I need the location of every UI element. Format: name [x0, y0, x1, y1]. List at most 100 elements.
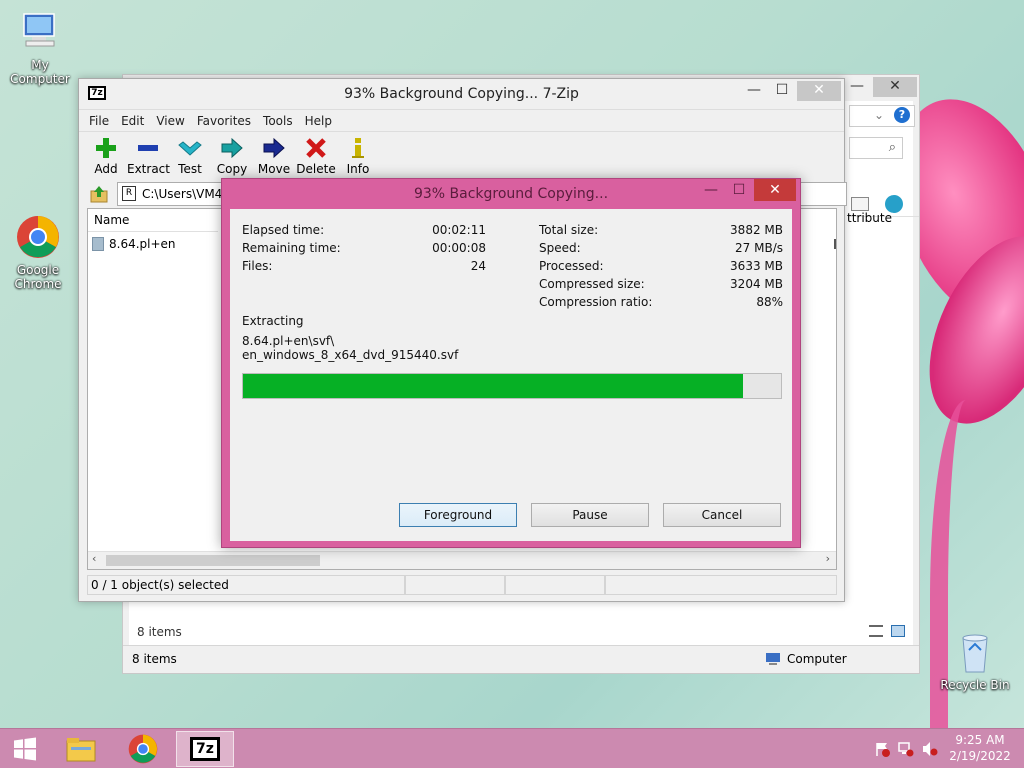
stat-value: 00:00:08	[432, 241, 486, 255]
list-item[interactable]: 8.64.pl+en	[92, 235, 176, 253]
desktop-icon-google-chrome[interactable]: Google Chrome	[0, 215, 78, 291]
info-icon	[337, 136, 379, 160]
header-divider	[88, 231, 218, 232]
column-header-name[interactable]: Name	[94, 213, 129, 227]
status-packed	[505, 575, 605, 595]
taskbar-chrome[interactable]	[114, 731, 172, 767]
computer-icon	[18, 10, 62, 54]
scroll-left-icon[interactable]: ‹	[92, 552, 96, 565]
status-selection: 0 / 1 object(s) selected	[87, 575, 405, 595]
sevenzip-menubar: File Edit View Favorites Tools Help	[79, 109, 844, 131]
explorer-status-count: 8 items	[132, 652, 177, 666]
move-button[interactable]: Move	[253, 132, 295, 183]
large-icons-view-icon[interactable]	[891, 625, 905, 637]
explorer-item-count: 8 items	[137, 625, 182, 639]
cancel-button[interactable]: Cancel	[663, 503, 781, 527]
stat-total-size: Total size: 3882 MB	[539, 223, 783, 237]
sevenzip-minimize-button[interactable]: —	[741, 81, 767, 101]
sevenzip-titlebar[interactable]: 7z 93% Background Copying... 7-Zip — ☐ ✕	[79, 79, 844, 109]
explorer-column-header[interactable]: ttribute	[847, 211, 892, 225]
scrollbar-thumb[interactable]	[106, 555, 320, 566]
up-folder-icon[interactable]	[89, 184, 109, 204]
menu-help[interactable]: Help	[299, 114, 338, 128]
info-button[interactable]: Info	[337, 132, 379, 183]
extract-button[interactable]: Extract	[127, 132, 170, 183]
explorer-view-buttons	[869, 625, 909, 639]
volume-muted-icon[interactable]	[922, 741, 938, 760]
delete-button[interactable]: Delete	[295, 132, 337, 183]
stat-value: 88%	[756, 295, 783, 309]
sevenzip-maximize-button[interactable]: ☐	[769, 81, 795, 101]
menu-view[interactable]: View	[150, 114, 190, 128]
move-button-label: Move	[257, 162, 291, 176]
check-icon	[169, 136, 211, 160]
stat-value: 27 MB/s	[735, 241, 783, 255]
stat-compression-ratio: Compression ratio: 88%	[539, 295, 783, 309]
menu-edit[interactable]: Edit	[115, 114, 150, 128]
explorer-search-input[interactable]: ⌕	[849, 137, 903, 159]
current-file-name: en_windows_8_x64_dvd_915440.svf	[242, 348, 459, 362]
list-item-name: 8.64.pl+en	[109, 237, 176, 251]
network-tray-icon[interactable]	[898, 741, 914, 760]
dialog-close-button[interactable]: ✕	[754, 179, 796, 201]
status-date	[605, 575, 837, 595]
action-center-icon[interactable]	[874, 741, 890, 760]
taskbar-7zip[interactable]: 7z	[176, 731, 234, 767]
copy-button[interactable]: Copy	[211, 132, 253, 183]
stat-value: 3204 MB	[730, 277, 783, 291]
stat-label: Files:	[242, 259, 273, 273]
menu-favorites[interactable]: Favorites	[191, 114, 257, 128]
stat-value: 3633 MB	[730, 259, 783, 273]
clock[interactable]: 9:25 AM 2/19/2022	[944, 733, 1016, 763]
taskbar: 7z 9:25 AM 2/19/2022	[0, 728, 1024, 768]
stat-label: Compressed size:	[539, 277, 645, 291]
stat-value: 00:02:11	[432, 223, 486, 237]
explorer-nav-dropdown[interactable]: ⌄ ?	[849, 105, 915, 127]
chevron-down-icon: ⌄	[874, 108, 885, 122]
clock-time: 9:25 AM	[955, 733, 1005, 747]
plus-icon	[85, 136, 127, 160]
column-edge	[834, 239, 836, 249]
scroll-right-icon[interactable]: ›	[826, 552, 830, 565]
delete-x-icon	[295, 136, 337, 160]
taskbar-file-explorer[interactable]	[52, 731, 110, 767]
stat-label: Elapsed time:	[242, 223, 325, 237]
menu-tools[interactable]: Tools	[257, 114, 299, 128]
delete-button-label: Delete	[296, 162, 336, 176]
desktop-icon-recycle-bin[interactable]: Recycle Bin	[935, 630, 1015, 692]
drive-icon: R	[122, 186, 136, 201]
help-icon[interactable]: ?	[894, 107, 910, 123]
explorer-close-button[interactable]: ✕	[873, 77, 917, 97]
add-button-label: Add	[94, 162, 118, 176]
progress-bar-fill	[243, 374, 744, 398]
desktop-icon-label: Google Chrome	[14, 263, 62, 291]
foreground-button[interactable]: Foreground	[399, 503, 517, 527]
test-button[interactable]: Test	[169, 132, 211, 183]
copy-arrow-icon	[211, 136, 253, 160]
horizontal-scrollbar[interactable]: ‹ ›	[88, 551, 836, 569]
chrome-icon	[128, 734, 158, 764]
desktop-icon-label: My Computer	[10, 58, 70, 86]
pause-button[interactable]: Pause	[531, 503, 649, 527]
stat-value: 3882 MB	[730, 223, 783, 237]
start-button[interactable]	[0, 731, 50, 767]
sevenzip-toolbar: Add Extract Test Copy Move Delete Info	[79, 131, 844, 183]
computer-icon	[765, 652, 781, 669]
stat-value: 24	[470, 259, 486, 273]
progress-bar	[242, 373, 782, 399]
address-path: C:\Users\VM4\	[142, 187, 227, 201]
dialog-minimize-button[interactable]: —	[698, 181, 724, 201]
view-icon[interactable]	[851, 197, 869, 211]
file-icon	[92, 237, 104, 251]
stat-remaining: Remaining time: 00:00:08	[242, 241, 486, 255]
desktop-icon-my-computer[interactable]: My Computer	[0, 10, 80, 86]
windows-start-icon	[14, 737, 36, 761]
stat-speed: Speed: 27 MB/s	[539, 241, 783, 255]
details-view-icon[interactable]	[869, 625, 883, 637]
add-button[interactable]: Add	[85, 132, 127, 183]
menu-file[interactable]: File	[83, 114, 115, 128]
explorer-minimize-button[interactable]: —	[843, 77, 871, 97]
stat-label: Processed:	[539, 259, 604, 273]
dialog-maximize-button[interactable]: ☐	[726, 181, 752, 201]
sevenzip-close-button[interactable]: ✕	[797, 81, 841, 101]
